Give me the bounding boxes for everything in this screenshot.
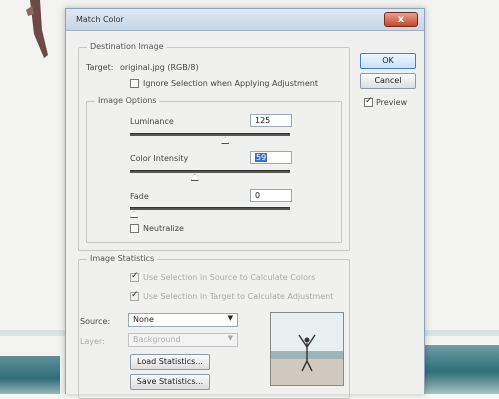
color-intensity-label: Color Intensity <box>130 154 189 163</box>
image-statistics-legend: Image Statistics <box>87 254 158 263</box>
color-intensity-field[interactable]: 59 <box>250 151 292 164</box>
layer-label: Layer: <box>80 337 105 346</box>
ok-button[interactable]: OK <box>360 53 416 69</box>
source-preview-thumbnail <box>270 312 344 386</box>
target-value: original.jpg (RGB/8) <box>120 63 199 72</box>
match-color-dialog: Match Color x Destination Image Target: … <box>65 8 425 399</box>
luminance-field[interactable]: 125 <box>250 114 292 127</box>
ignore-selection-checkbox[interactable] <box>130 79 139 88</box>
luminance-slider-track[interactable] <box>130 133 290 136</box>
load-statistics-button[interactable]: Load Statistics... <box>130 354 210 370</box>
image-options-legend: Image Options <box>95 96 160 105</box>
target-label: Target: <box>86 63 114 72</box>
source-select[interactable]: None ▼ <box>128 313 238 327</box>
preview-label: Preview <box>376 98 408 107</box>
source-preview-image <box>271 313 343 385</box>
close-button[interactable]: x <box>384 12 418 27</box>
neutralize-checkbox[interactable] <box>130 224 139 233</box>
use-target-selection-checkbox[interactable] <box>130 290 139 301</box>
fade-slider-track[interactable] <box>130 207 290 210</box>
raised-arm-image <box>26 0 48 58</box>
sea-left <box>0 356 60 394</box>
luminance-label: Luminance <box>130 117 174 126</box>
use-source-selection-label: Use Selection in Source to Calculate Col… <box>143 273 316 282</box>
preview-checkbox[interactable] <box>364 96 373 107</box>
use-target-selection-label: Use Selection in Target to Calculate Adj… <box>143 292 334 301</box>
source-label: Source: <box>80 317 111 326</box>
cancel-button[interactable]: Cancel <box>360 73 416 89</box>
ignore-selection-label: Ignore Selection when Applying Adjustmen… <box>143 79 318 88</box>
destination-legend: Destination Image <box>87 42 167 51</box>
fade-label: Fade <box>130 192 149 201</box>
save-statistics-button[interactable]: Save Statistics... <box>130 374 210 390</box>
sea-right <box>420 345 499 394</box>
neutralize-label: Neutralize <box>143 224 184 233</box>
use-source-selection-checkbox[interactable] <box>130 271 139 282</box>
color-intensity-slider-track[interactable] <box>130 170 290 173</box>
fade-field[interactable]: 0 <box>250 189 292 202</box>
title-bar[interactable]: Match Color x <box>66 9 424 31</box>
layer-select[interactable]: Background ▼ <box>128 333 238 347</box>
dialog-title: Match Color <box>76 15 124 24</box>
